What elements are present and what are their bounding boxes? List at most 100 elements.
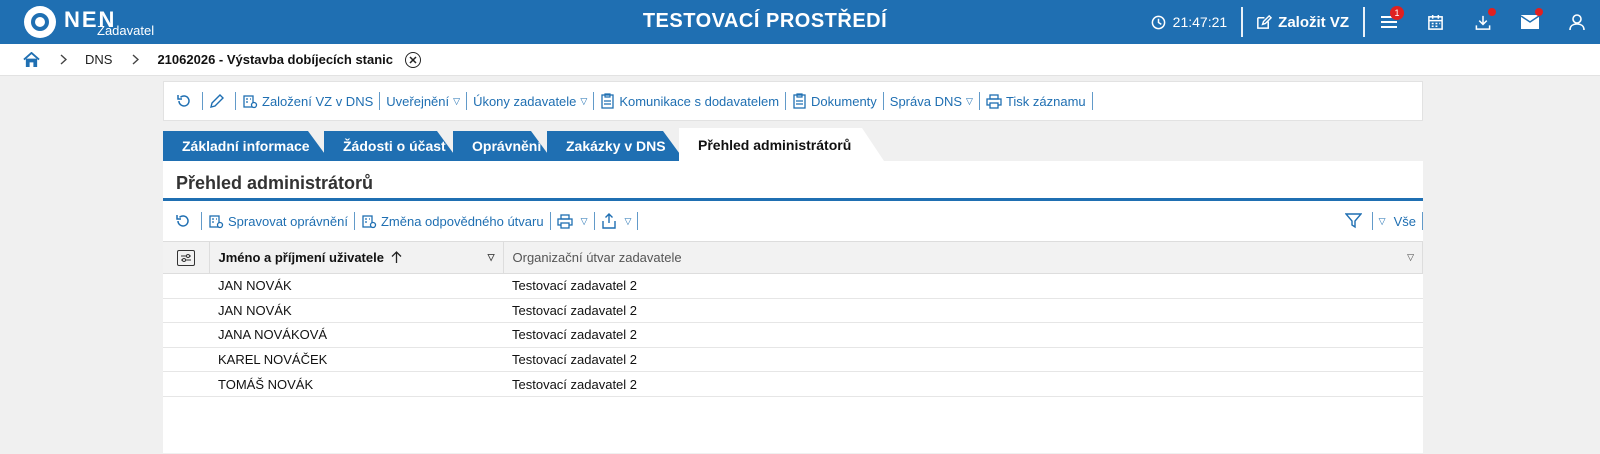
calendar-button[interactable] (1412, 0, 1459, 44)
table-row[interactable]: JAN NOVÁK Testovací zadavatel 2 (163, 298, 1423, 323)
downloads-notification-dot (1488, 8, 1496, 16)
divider (593, 212, 595, 230)
user-name-cell: JANA NOVÁKOVÁ (218, 327, 328, 343)
create-in-dns-button[interactable]: Založení VZ v DNS (236, 93, 379, 109)
divider (466, 92, 468, 110)
divider (1371, 212, 1373, 230)
refresh-icon (177, 95, 190, 107)
tab-participation-requests[interactable]: Žádosti o účast (324, 131, 459, 161)
tab-permissions[interactable]: Oprávnění (453, 131, 553, 161)
refresh-icon (176, 215, 189, 227)
contracting-actions-menu[interactable]: Úkony zadavatele ▽ (467, 94, 593, 109)
tab-basic-info[interactable]: Základní informace (163, 131, 330, 161)
clock-icon (1151, 15, 1165, 29)
tab-label: Zakázky v DNS (566, 138, 666, 154)
column-filter-icon[interactable]: ▽ (488, 252, 495, 263)
publication-menu[interactable]: Uveřejnění ▽ (380, 94, 466, 109)
close-record-button[interactable] (405, 51, 422, 68)
print-record-button[interactable]: Tisk záznamu (980, 94, 1092, 109)
tab-label: Žádosti o účast (343, 138, 446, 154)
column-settings-button[interactable] (176, 249, 195, 266)
create-in-dns-label: Založení VZ v DNS (262, 93, 374, 109)
sliders-icon (180, 253, 191, 262)
create-tender-label: Založit VZ (1278, 13, 1349, 31)
org-unit-cell: Testovací zadavatel 2 (512, 327, 638, 343)
table-row[interactable]: JANA NOVÁKOVÁ Testovací zadavatel 2 (163, 323, 1423, 348)
row-select-cell (163, 347, 209, 372)
environment-title-text: TESTOVACÍ PROSTŘEDÍ (642, 10, 888, 32)
top-bar: NEN Zadavatel TESTOVACÍ PROSTŘEDÍ 21:47:… (0, 0, 1600, 44)
grid-toolbar: Spravovat oprávnění Změna odpovědného út… (163, 201, 1423, 241)
mail-icon (1520, 15, 1539, 29)
printer-icon (556, 213, 573, 229)
documents-button[interactable]: Dokumenty (786, 93, 883, 109)
chevron-right-icon (60, 54, 67, 65)
breadcrumb-dns[interactable]: DNS (85, 52, 112, 67)
divider (593, 92, 595, 110)
divider (1422, 212, 1423, 230)
divider (637, 212, 639, 230)
table-header-row: Jméno a příjmení uživatele ▽ Organizační… (163, 241, 1423, 274)
caret-down-icon: ▽ (966, 95, 973, 106)
export-menu[interactable]: ▽ (595, 213, 638, 229)
row-select-cell (163, 298, 209, 323)
divider (379, 92, 381, 110)
chevron-right-icon (132, 54, 140, 65)
messages-button[interactable] (1506, 0, 1553, 44)
menu-badge: 1 (1390, 6, 1404, 20)
table-row[interactable]: KAREL NOVÁČEK Testovací zadavatel 2 (163, 347, 1423, 372)
top-right-controls: 21:47:21 Založit VZ 1 (1151, 0, 1600, 44)
sort-ascending-icon (391, 251, 402, 263)
column-filter-icon[interactable]: ▽ (1407, 252, 1414, 263)
divider (549, 212, 551, 230)
downloads-button[interactable] (1459, 0, 1506, 44)
divider (1091, 92, 1093, 110)
caret-down-icon: ▽ (453, 95, 461, 106)
home-icon (23, 51, 40, 67)
change-unit-label: Změna odpovědného útvaru (380, 213, 544, 229)
refresh-button[interactable] (170, 93, 202, 109)
user-button[interactable] (1553, 0, 1600, 44)
breadcrumb-current: 21062026 - Výstavba dobíjecích stanic (157, 52, 394, 67)
tab-administrators[interactable]: Přehled administrátorů (679, 128, 884, 161)
filter-button[interactable] (1339, 213, 1372, 229)
table-row[interactable]: TOMÁŠ NOVÁK Testovací zadavatel 2 (163, 372, 1423, 397)
export-icon (601, 213, 616, 229)
column-header-name[interactable]: Jméno a příjmení uživatele ▽ (209, 241, 504, 274)
divider (201, 212, 202, 230)
row-select-cell (163, 274, 209, 299)
create-tender-button[interactable]: Založit VZ (1243, 14, 1363, 31)
filter-icon (1344, 213, 1362, 229)
print-record-label: Tisk záznamu (1005, 93, 1086, 109)
print-menu[interactable]: ▽ (551, 213, 594, 229)
grid-refresh-button[interactable] (169, 213, 201, 229)
record-tabs: Základní informace Žádosti o účast Opráv… (163, 131, 1423, 161)
building-gear-icon (243, 95, 258, 109)
column-header-org-unit[interactable]: Organizační útvar zadavatele ▽ (503, 241, 1423, 274)
panel-title: Přehled administrátorů (163, 161, 1423, 201)
dns-management-menu[interactable]: Správa DNS ▽ (884, 94, 979, 109)
home-button[interactable] (23, 51, 40, 68)
edit-button[interactable] (203, 93, 235, 109)
caret-down-icon: ▽ (1378, 215, 1386, 226)
close-icon (409, 55, 417, 64)
record-toolbar: Založení VZ v DNS Uveřejnění ▽ Úkony zada… (163, 81, 1423, 121)
manage-permissions-button[interactable]: Spravovat oprávnění (202, 213, 354, 229)
table-row[interactable]: JAN NOVÁK Testovací zadavatel 2 (163, 274, 1423, 299)
administrators-table: Jméno a příjmení uživatele ▽ Organizační… (163, 241, 1423, 397)
tab-label: Oprávnění (472, 138, 542, 154)
row-select-cell (163, 372, 209, 397)
change-unit-button[interactable]: Změna odpovědného útvaru (355, 213, 550, 229)
breadcrumb: DNS 21062026 - Výstavba dobíjecích stani… (0, 44, 1600, 76)
menu-button[interactable]: 1 (1365, 0, 1412, 44)
tab-label: Základní informace (182, 138, 310, 154)
tab-dns-contracts[interactable]: Zakázky v DNS (547, 131, 685, 161)
supplier-communication-button[interactable]: Komunikace s dodavatelem (594, 93, 785, 109)
row-select-cell (163, 323, 209, 348)
divider (785, 92, 787, 110)
messages-notification-dot (1535, 8, 1543, 16)
divider (353, 212, 355, 230)
view-select[interactable]: ▽ Vše (1373, 214, 1422, 229)
clock-time: 21:47:21 (1172, 14, 1228, 30)
contracting-actions-label: Úkony zadavatele (473, 93, 577, 109)
